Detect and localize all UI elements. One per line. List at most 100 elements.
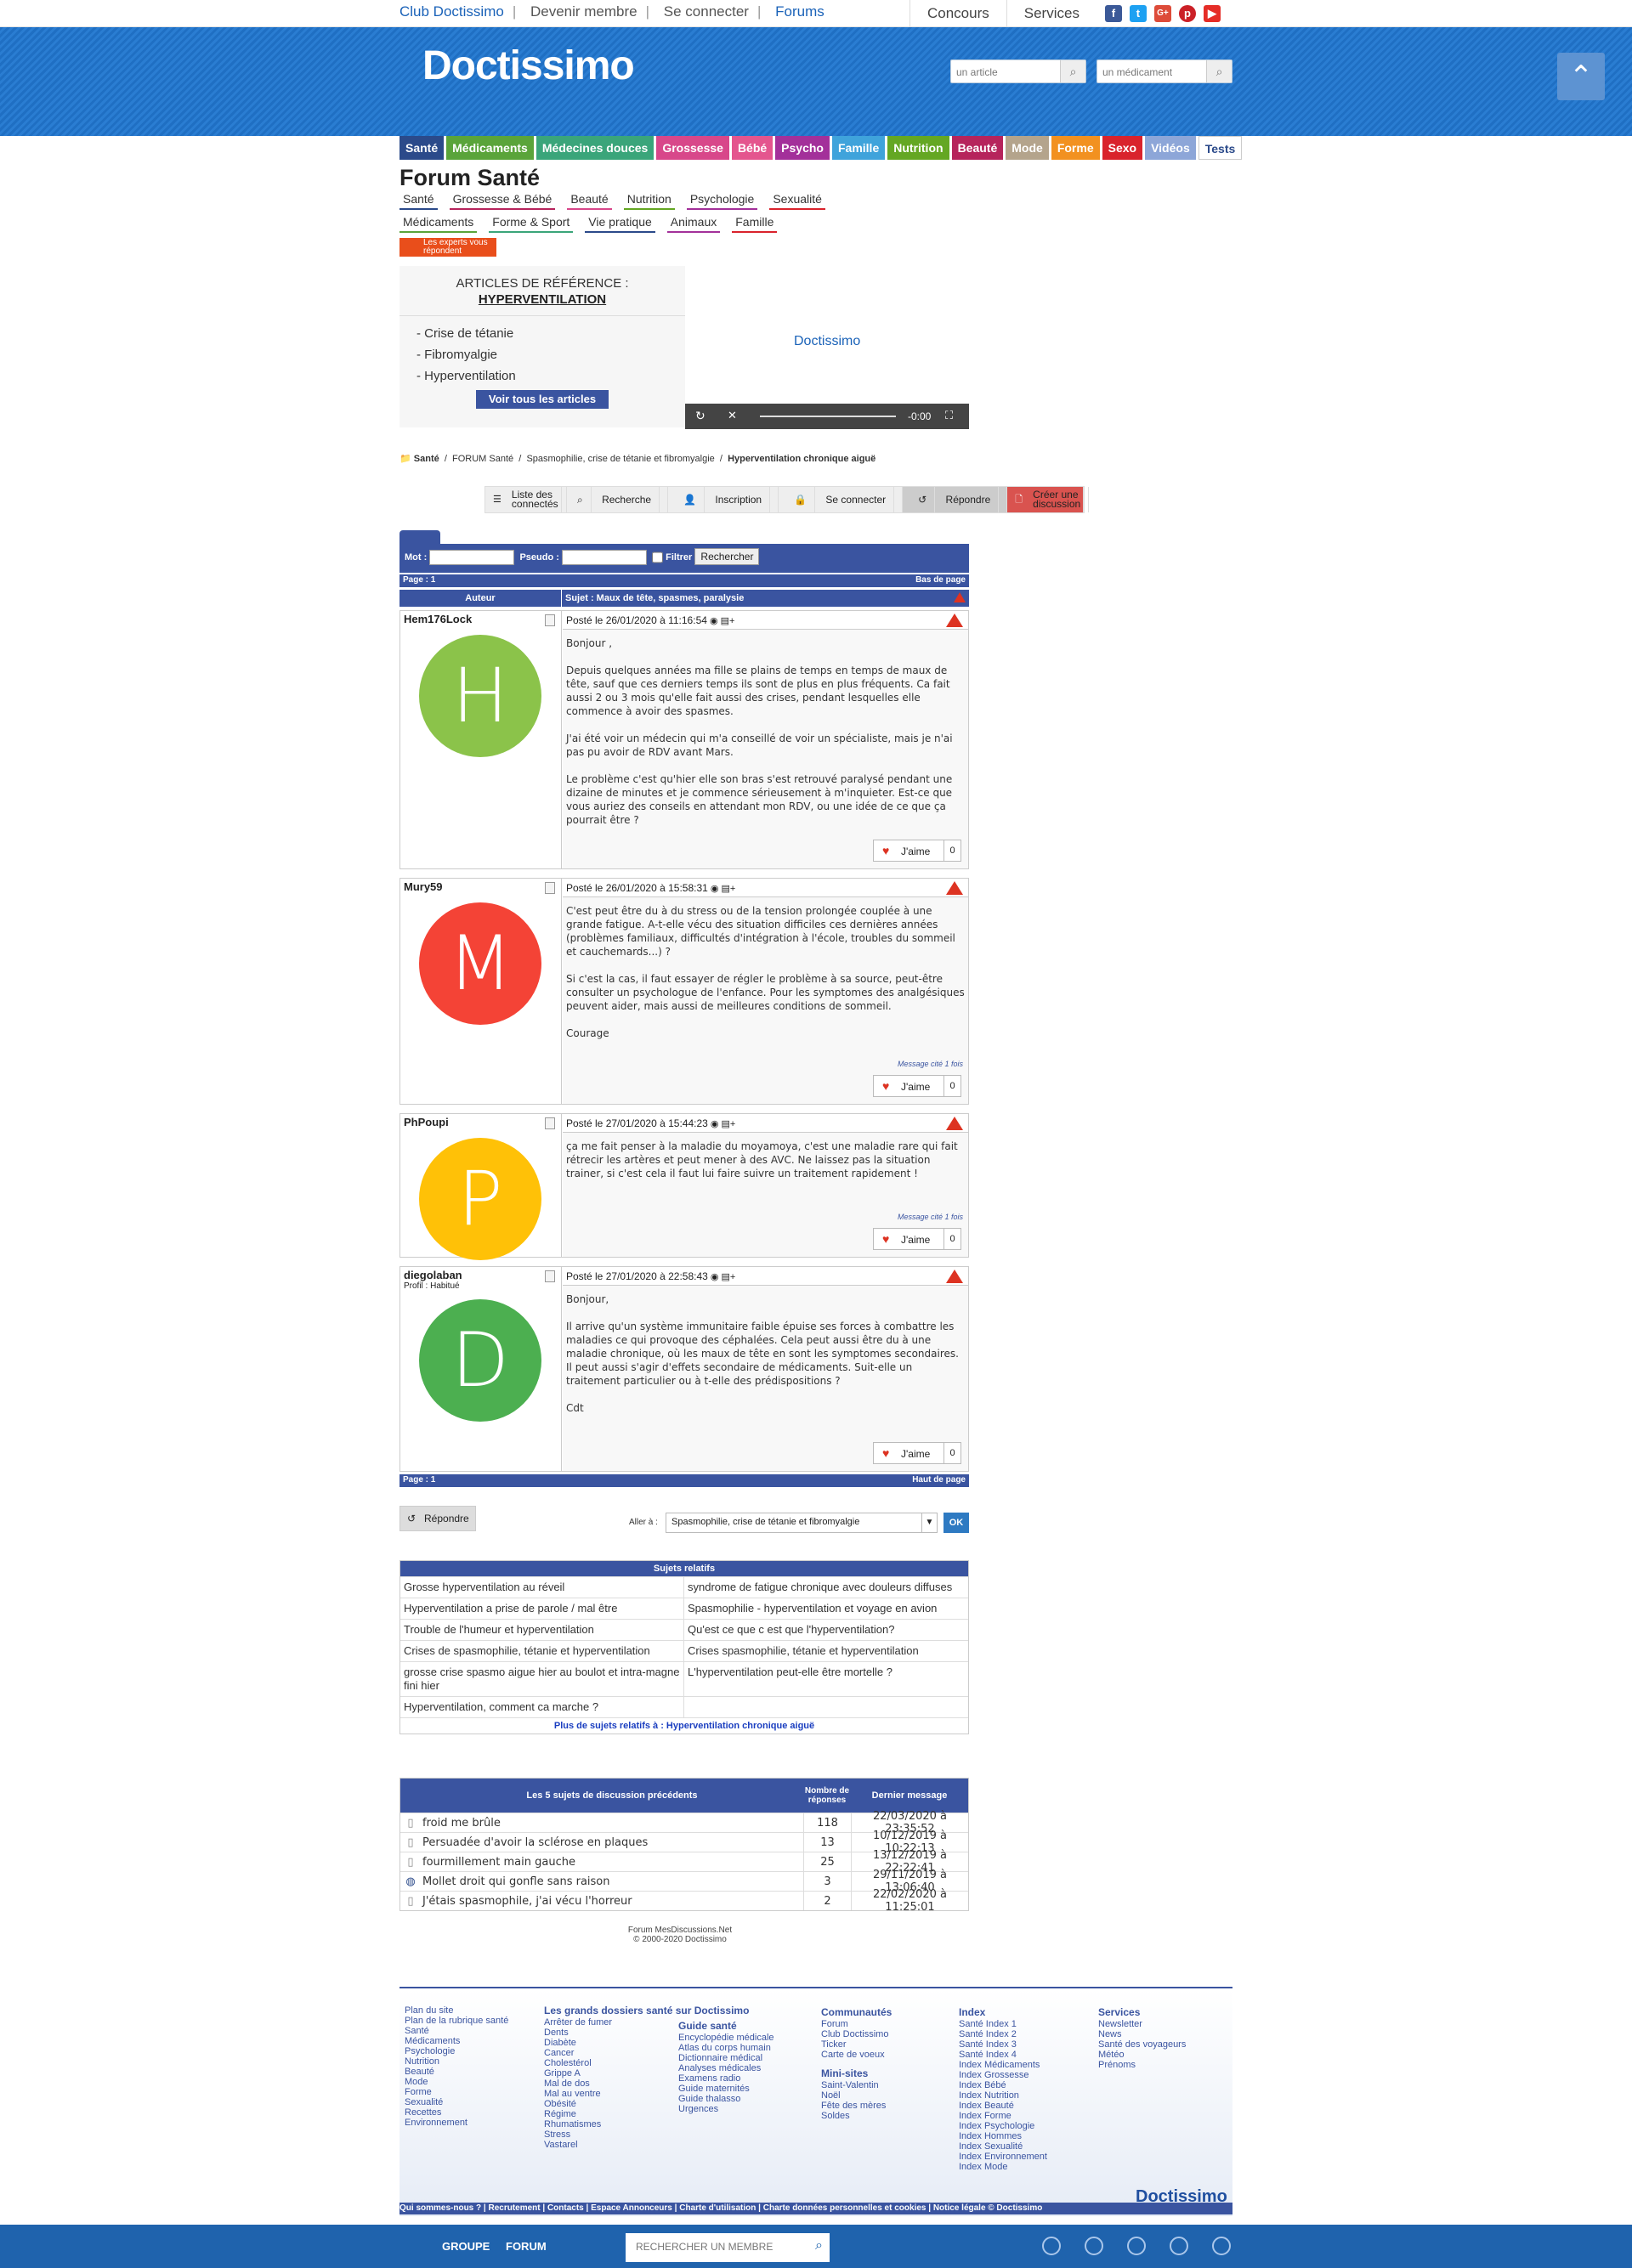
footer-link[interactable]: Santé Index 1: [959, 2019, 1047, 2029]
warning-icon[interactable]: [946, 614, 963, 627]
author-name[interactable]: PhPoupi: [404, 1116, 561, 1128]
subnav-item[interactable]: Famille: [732, 215, 778, 233]
footer-col-title[interactable]: Index: [959, 2007, 1047, 2017]
footer-link[interactable]: Rhumatismes: [544, 2119, 749, 2129]
footer-col-title[interactable]: Les grands dossiers santé sur Doctissimo: [544, 2005, 749, 2016]
twitter-icon[interactable]: t: [1129, 5, 1147, 22]
previous-topic-link[interactable]: Persuadée d'avoir la sclérose en plaques: [421, 1836, 803, 1849]
replay-icon[interactable]: ↻: [695, 409, 706, 423]
profile-icon[interactable]: ◉ ▤+: [708, 1119, 735, 1129]
progress-bar[interactable]: [760, 416, 896, 417]
related-topic-link[interactable]: Spasmophilie - hyperventilation et voyag…: [684, 1598, 968, 1619]
reply-button[interactable]: ↺ Répondre: [903, 487, 1008, 512]
login-button[interactable]: 🔒 Se connecter: [779, 487, 904, 512]
subnav-item[interactable]: Psychologie: [686, 192, 758, 210]
footer-link[interactable]: Index Forme: [959, 2111, 1047, 2121]
nav-item-grossesse[interactable]: Grossesse: [656, 136, 729, 160]
profile-icon[interactable]: ◉ ▤+: [708, 1272, 735, 1282]
search-icon[interactable]: ⌕: [1206, 60, 1232, 82]
footer-link[interactable]: Recettes: [405, 2107, 508, 2118]
related-topic-link[interactable]: Crises de spasmophilie, tétanie et hyper…: [400, 1641, 684, 1661]
footer-link[interactable]: Santé Index 3: [959, 2039, 1047, 2050]
signup-button[interactable]: 👤 Inscription: [668, 487, 779, 512]
footer-link[interactable]: Atlas du corps humain: [678, 2043, 774, 2053]
nav-item-sant-[interactable]: Santé: [400, 136, 445, 160]
back-to-top-button[interactable]: ⌃: [1557, 53, 1605, 100]
nav-item-m-decines-douces[interactable]: Médecines douces: [536, 136, 654, 160]
like-button[interactable]: ♥ J'aime 0: [873, 1075, 961, 1097]
footer-link[interactable]: Index Environnement: [959, 2152, 1047, 2162]
related-topic-link[interactable]: grosse crise spasmo aigue hier au boulot…: [400, 1662, 684, 1696]
quote-count[interactable]: Message cité 1 fois: [898, 1060, 963, 1068]
nav-item-forme[interactable]: Forme: [1051, 136, 1100, 160]
bottom-of-page-link[interactable]: Bas de page: [915, 575, 966, 585]
footer-col-title[interactable]: Guide santé: [678, 2021, 774, 2031]
footer-link[interactable]: Stress: [544, 2129, 749, 2140]
nav-item-beaut-[interactable]: Beauté: [951, 136, 1004, 160]
subnav-item[interactable]: Vie pratique: [585, 215, 655, 233]
footer-link[interactable]: Plan du site: [405, 2005, 508, 2016]
top-of-page-link[interactable]: Haut de page: [912, 1475, 966, 1485]
mail-icon[interactable]: [1170, 2237, 1188, 2255]
subnav-item[interactable]: Animaux: [666, 215, 721, 233]
form-tab[interactable]: [400, 530, 440, 544]
subnav-item[interactable]: Santé: [400, 192, 438, 210]
footer-link[interactable]: Newsletter: [1098, 2019, 1186, 2029]
pinterest-icon[interactable]: p: [1178, 5, 1196, 22]
goto-ok-button[interactable]: OK: [944, 1513, 969, 1533]
crumb-forum[interactable]: FORUM Santé: [452, 454, 513, 464]
services-link[interactable]: Services: [1006, 0, 1096, 27]
reference-item[interactable]: - Crise de tétanie: [416, 326, 685, 341]
last-message-date[interactable]: 22/02/2020 à 11:25:01: [851, 1888, 968, 1914]
footer-link[interactable]: Météo: [1098, 2050, 1186, 2060]
avatar[interactable]: D: [419, 1299, 541, 1422]
footer-link[interactable]: Plan de la rubrique santé: [405, 2016, 508, 2026]
article-search-input[interactable]: un article ⌕: [950, 59, 1086, 83]
footer-link[interactable]: Psychologie: [405, 2046, 508, 2056]
word-input[interactable]: [429, 550, 515, 565]
footer-link[interactable]: News: [1098, 2029, 1186, 2039]
footer-link[interactable]: Environnement: [405, 2118, 508, 2128]
profile-doc-icon[interactable]: [545, 882, 555, 894]
footer-link[interactable]: Index Sexualité: [959, 2141, 1047, 2152]
footer-link[interactable]: Examens radio: [678, 2073, 774, 2084]
previous-topic-link[interactable]: J'étais spasmophile, j'ai vécu l'horreur: [421, 1895, 803, 1908]
footer-link[interactable]: Forum: [821, 2019, 892, 2029]
footer-link[interactable]: Index Bébé: [959, 2080, 1047, 2090]
author-name[interactable]: diegolaban: [404, 1269, 561, 1281]
nav-item-psycho[interactable]: Psycho: [775, 136, 830, 160]
reference-item[interactable]: - Fibromyalgie: [416, 348, 685, 362]
drug-search-input[interactable]: un médicament ⌕: [1096, 59, 1232, 83]
warning-icon[interactable]: [946, 881, 963, 895]
related-topic-link[interactable]: Qu'est ce que c est que l'hyperventilati…: [684, 1620, 968, 1640]
related-topic-link[interactable]: Hyperventilation a prise de parole / mal…: [400, 1598, 684, 1619]
footer-link[interactable]: Santé Index 4: [959, 2050, 1047, 2060]
footer-link[interactable]: Mode: [405, 2077, 508, 2087]
footer-link[interactable]: Nutrition: [405, 2056, 508, 2067]
nav-item-m-dicaments[interactable]: Médicaments: [446, 136, 534, 160]
profile-doc-icon[interactable]: [545, 614, 555, 626]
avatar[interactable]: M: [419, 902, 541, 1025]
reply-button-bottom[interactable]: ↺ Répondre: [400, 1506, 476, 1531]
previous-topic-link[interactable]: fourmillement main gauche: [421, 1856, 803, 1869]
youtube-icon[interactable]: ▶: [1203, 5, 1221, 22]
footer-link[interactable]: Santé Index 2: [959, 2029, 1047, 2039]
copyright-line[interactable]: Forum MesDiscussions.Net: [595, 1926, 765, 1935]
experts-badge[interactable]: Les experts vous répondent: [400, 238, 496, 257]
warning-icon[interactable]: [946, 1117, 963, 1130]
footer-link[interactable]: Santé: [405, 2026, 508, 2036]
profile-doc-icon[interactable]: [545, 1270, 555, 1282]
footer-link[interactable]: Santé des voyageurs: [1098, 2039, 1186, 2050]
related-topic-link[interactable]: Hyperventilation, comment ca marche ?: [400, 1697, 684, 1717]
footer-link[interactable]: Index Hommes: [959, 2131, 1047, 2141]
warning-icon[interactable]: [954, 592, 966, 602]
more-related-link[interactable]: Plus de sujets relatifs à : Hyperventila…: [400, 1717, 968, 1734]
footer-link[interactable]: Vastarel: [544, 2140, 749, 2150]
footer-links[interactable]: Qui sommes-nous ? | Recrutement | Contac…: [400, 2203, 1232, 2214]
footer-link[interactable]: Forme: [405, 2087, 508, 2097]
previous-topic-link[interactable]: Mollet droit qui gonfle sans raison: [421, 1875, 803, 1888]
subnav-item[interactable]: Forme & Sport: [489, 215, 574, 233]
footer-link[interactable]: Sexualité: [405, 2097, 508, 2107]
reference-item[interactable]: - Hyperventilation: [416, 369, 685, 383]
subnav-item[interactable]: Sexualité: [769, 192, 825, 210]
